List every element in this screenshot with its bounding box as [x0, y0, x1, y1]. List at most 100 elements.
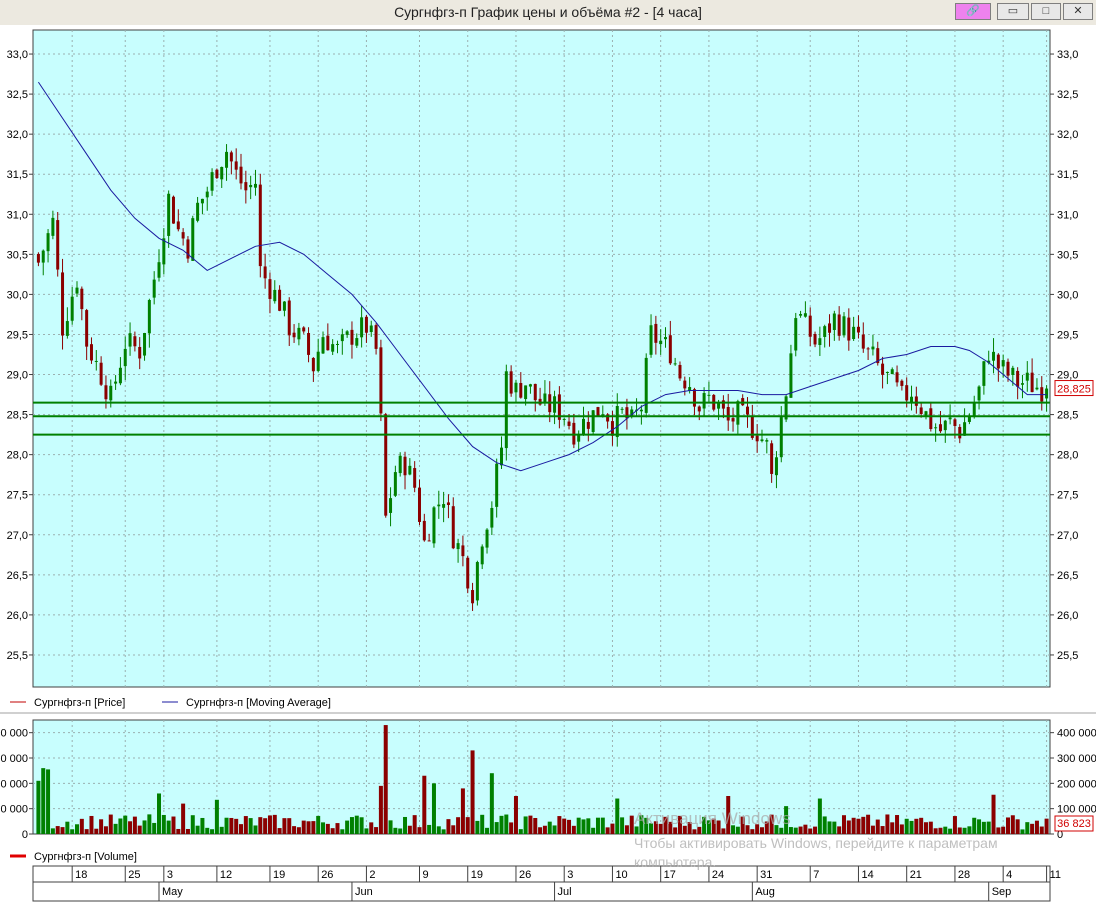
volume-bar [721, 828, 726, 834]
day-tick-label: 19 [471, 869, 483, 881]
volume-bar [1005, 817, 1010, 834]
candle-body [36, 253, 40, 263]
volume-bar [190, 815, 195, 834]
volume-bar [538, 827, 543, 834]
day-tick-label: 24 [712, 869, 724, 881]
candle-body [770, 443, 774, 474]
volume-bar [147, 814, 152, 834]
day-tick-label: 17 [664, 869, 676, 881]
price-volume-chart[interactable]: 33,0 32,5 32,0 31,5 31,0 30,5 30,0 29,5 29,0 28,5… [0, 25, 1096, 903]
volume-bar [205, 827, 210, 834]
candle-body [717, 402, 721, 409]
price-tick-label-left: 27,0 [7, 530, 28, 542]
candle-body [615, 405, 619, 438]
candle-body [967, 416, 971, 422]
volume-bar [822, 816, 827, 834]
candle-body [442, 504, 446, 508]
day-tick-label: 28 [958, 869, 970, 881]
close-button[interactable]: ✕ [1063, 3, 1093, 20]
price-tick-label-left: 29,5 [7, 329, 28, 341]
volume-bar [827, 821, 832, 834]
volume-bar [962, 827, 967, 834]
candle-body [943, 420, 947, 431]
candle-body [51, 217, 55, 236]
volume-bar [909, 820, 914, 834]
price-tick-label-left: 30,5 [7, 249, 28, 261]
candle-body [278, 289, 282, 311]
candle-body [157, 262, 161, 278]
candle-body [253, 183, 257, 188]
volume-bar [50, 828, 55, 834]
volume-bar [870, 825, 875, 834]
volume-bar [866, 814, 871, 834]
volume-bar [605, 827, 610, 834]
day-tick-label: 3 [167, 869, 173, 881]
price-tick-label-left: 33,0 [7, 49, 28, 61]
candle-body [678, 364, 682, 379]
volume-bar [157, 793, 162, 834]
volume-bar [75, 824, 80, 834]
volume-bar [957, 827, 962, 834]
volume-bar [412, 815, 417, 834]
candle-body [823, 326, 827, 337]
volume-bar [296, 827, 301, 834]
candle-body [765, 440, 769, 442]
candle-body [215, 169, 219, 179]
volume-bar [552, 825, 557, 834]
candle-body [610, 421, 614, 436]
volume-bar [152, 822, 157, 834]
volume-bar [981, 821, 986, 834]
volume-bar [846, 820, 851, 834]
candle-body [249, 184, 253, 188]
volume-bar [489, 773, 494, 834]
volume-bar [890, 822, 895, 834]
candle-body [905, 385, 909, 401]
volume-bar [456, 817, 461, 834]
volume-bar [451, 825, 456, 834]
price-tick-label-right: 30,0 [1057, 289, 1078, 301]
candle-body [881, 363, 885, 375]
volume-bar [595, 817, 600, 834]
price-tick-label-right: 27,5 [1057, 490, 1078, 502]
candle-body [210, 172, 214, 191]
candle-body [919, 407, 923, 415]
volume-bar [431, 783, 436, 834]
day-tick-label: 31 [760, 869, 772, 881]
candle-body [958, 426, 962, 439]
volume-bar [1020, 829, 1025, 834]
volume-tick-label-right: 400 000 [1057, 728, 1096, 740]
volume-bar [480, 814, 485, 834]
volume-bar [1030, 823, 1035, 834]
candle-body [398, 455, 402, 474]
volume-bar [417, 827, 422, 834]
candle-body [80, 288, 84, 310]
volume-bar [41, 768, 46, 834]
volume-bar [923, 822, 928, 834]
volume-tick-label-left: 200 000 [0, 778, 28, 790]
volume-bar [740, 816, 745, 834]
candle-body [562, 418, 566, 420]
candle-body [75, 287, 79, 294]
volume-bar [774, 825, 779, 834]
candle-body [683, 380, 687, 389]
volume-bar [600, 817, 605, 834]
candle-body [302, 327, 306, 332]
volume-bar [446, 819, 451, 834]
link-icon[interactable]: 🔗 [955, 3, 991, 20]
volume-bar [571, 825, 576, 834]
candle-body [567, 421, 571, 426]
volume-bar [465, 817, 470, 834]
candle-body [1011, 367, 1015, 375]
candle-body [1045, 388, 1049, 399]
candle-body [417, 487, 421, 522]
candle-body [813, 334, 817, 345]
volume-bar [282, 818, 287, 834]
volume-tick-label-right: 300 000 [1057, 753, 1096, 765]
candle-body [972, 403, 976, 416]
volume-bar [793, 827, 798, 834]
candle-body [1020, 383, 1024, 385]
volume-bar [697, 826, 702, 834]
maximize-button[interactable]: □ [1031, 3, 1061, 20]
minimize-button[interactable]: ▭ [997, 3, 1029, 20]
candle-body [982, 361, 986, 386]
